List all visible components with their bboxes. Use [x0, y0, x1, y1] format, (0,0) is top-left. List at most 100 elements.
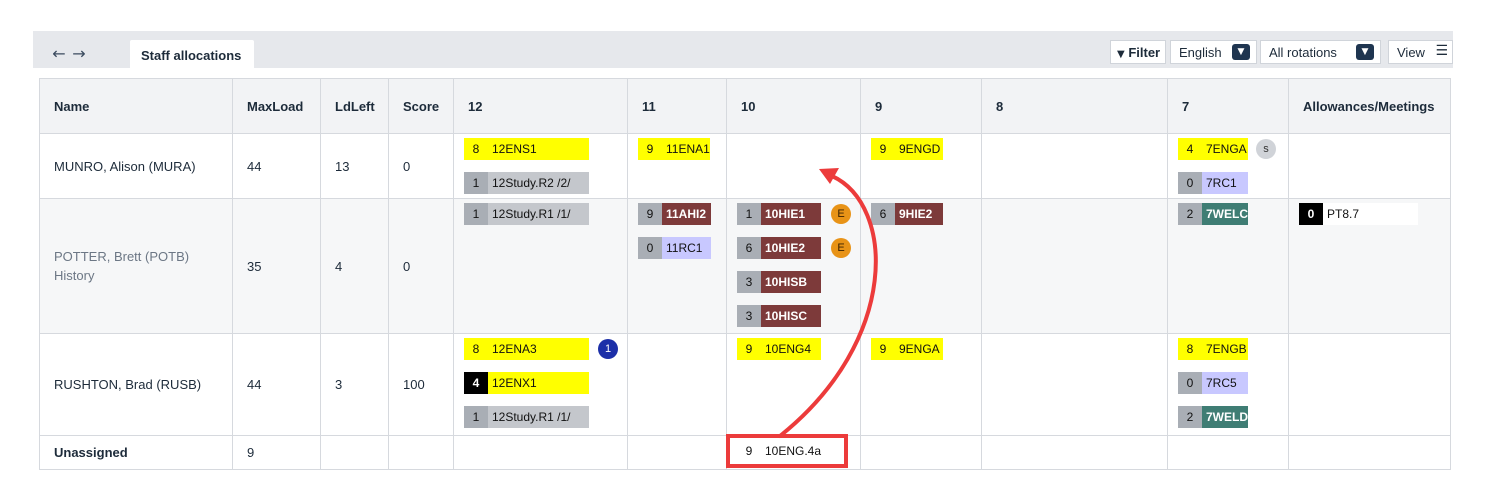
chip-count: 4	[464, 372, 488, 394]
chip-count: 9	[638, 203, 662, 225]
allowance-chip[interactable]: 0 PT8.7	[1299, 203, 1418, 225]
staff-name[interactable]: POTTER, Brett (POTB) History	[39, 198, 233, 334]
chevron-down-icon: ▼	[1356, 44, 1374, 60]
cell-allowances	[1288, 435, 1451, 470]
col-year-8[interactable]: 8	[981, 78, 1168, 134]
class-chip[interactable]: 1 12Study.R1 /1/	[464, 203, 589, 225]
staff-name[interactable]: MUNRO, Alison (MURA)	[39, 133, 233, 199]
col-score[interactable]: Score	[388, 78, 454, 134]
unassigned-label: Unassigned	[39, 435, 233, 470]
cell-year-12: 8 12ENS1 1 12Study.R2 /2/	[453, 133, 628, 199]
class-chip[interactable]: 2 7WELD	[1178, 406, 1248, 428]
class-chip[interactable]: 8 12ENA3	[464, 338, 589, 360]
col-year-9[interactable]: 9	[860, 78, 982, 134]
count-badge[interactable]: 1	[598, 339, 618, 359]
class-chip[interactable]: 9 10ENG4	[737, 338, 821, 360]
view-button[interactable]: View ☰	[1388, 40, 1453, 64]
class-chip[interactable]: 8 7ENGB	[1178, 338, 1248, 360]
chip-code: 10HISC	[761, 305, 821, 327]
ldleft-value: 3	[320, 333, 389, 436]
class-chip[interactable]: 1 12Study.R2 /2/	[464, 172, 589, 194]
cell-year-11: 9 11ENA1	[627, 133, 727, 199]
chip-code: 9HIE2	[895, 203, 943, 225]
chip-code: 9ENGD	[895, 138, 943, 160]
class-chip[interactable]: 1 10HIE1	[737, 203, 821, 225]
chip-code: 10HISB	[761, 271, 821, 293]
cell-allowances	[1288, 333, 1451, 436]
class-chip[interactable]: 9 11ENA1	[638, 138, 710, 160]
chip-count: 0	[1299, 203, 1323, 225]
col-allowances[interactable]: Allowances/Meetings	[1288, 78, 1451, 134]
chip-code: 12Study.R2 /2/	[488, 172, 589, 194]
table-row: RUSHTON, Brad (RUSB) 44 3 100 8 12ENA3 1 …	[39, 333, 1451, 436]
staff-name-text: POTTER, Brett (POTB)	[54, 249, 190, 264]
filter-icon: ▼	[1117, 49, 1125, 60]
chip-code: 12ENS1	[488, 138, 589, 160]
class-chip[interactable]: 8 12ENS1	[464, 138, 589, 160]
ldleft-value: 13	[320, 133, 389, 199]
filter-label: Filter	[1128, 45, 1161, 60]
status-badge[interactable]: s	[1256, 139, 1276, 159]
class-chip[interactable]: 4 7ENGA	[1178, 138, 1248, 160]
chip-count: 6	[737, 237, 761, 259]
col-year-11[interactable]: 11	[627, 78, 727, 134]
col-year-10[interactable]: 10	[726, 78, 861, 134]
cell-year-12: 8 12ENA3 1 4 12ENX1 1 12Study.R1 /1/	[453, 333, 628, 436]
chip-count: 8	[1178, 338, 1202, 360]
cell-year-10	[726, 133, 861, 199]
cell-year-12: 1 12Study.R1 /1/	[453, 198, 628, 334]
class-chip[interactable]: 0 11RC1	[638, 237, 711, 259]
col-year-7[interactable]: 7	[1167, 78, 1289, 134]
class-chip[interactable]: 2 7WELC	[1178, 203, 1248, 225]
chip-code: 7RC5	[1202, 372, 1248, 394]
tab-staff-allocations[interactable]: Staff allocations	[130, 40, 254, 68]
col-ldleft[interactable]: LdLeft	[320, 78, 389, 134]
chip-count: 9	[871, 338, 895, 360]
chip-code: 7RC1	[1202, 172, 1248, 194]
col-maxload[interactable]: MaxLoad	[232, 78, 321, 134]
cell-year-10: 1 10HIE1 E 6 10HIE2 E 3 10HISB 3 10HISC	[726, 198, 861, 334]
cell-allowances: 0 PT8.7	[1288, 198, 1451, 334]
language-select[interactable]: English ▼	[1170, 40, 1257, 64]
class-chip[interactable]: 3 10HISC	[737, 305, 821, 327]
cell-year-8	[981, 435, 1168, 470]
ldleft-value	[320, 435, 389, 470]
class-chip[interactable]: 9 9ENGA	[871, 338, 943, 360]
chip-count: 0	[638, 237, 662, 259]
class-chip[interactable]: 1 12Study.R1 /1/	[464, 406, 589, 428]
col-name[interactable]: Name	[39, 78, 233, 134]
score-value: 0	[388, 133, 454, 199]
status-badge[interactable]: E	[831, 238, 851, 258]
chip-count: 9	[737, 338, 761, 360]
language-value: English	[1179, 45, 1222, 60]
chip-count: 3	[737, 305, 761, 327]
cell-year-9: 9 9ENGA	[860, 333, 982, 436]
table-row: MUNRO, Alison (MURA) 44 13 0 8 12ENS1 1 12…	[39, 133, 1451, 199]
class-chip[interactable]: 6 9HIE2	[871, 203, 943, 225]
class-chip[interactable]: 9 9ENGD	[871, 138, 943, 160]
chip-code: 12ENX1	[488, 372, 589, 394]
class-chip[interactable]: 0 7RC5	[1178, 372, 1248, 394]
cell-year-9	[860, 435, 982, 470]
maxload-value: 44	[232, 333, 321, 436]
cell-year-9: 9 9ENGD	[860, 133, 982, 199]
cell-year-7: 8 7ENGB 0 7RC5 2 7WELD	[1167, 333, 1289, 436]
arrow-left-icon[interactable]: ←	[51, 46, 67, 62]
col-year-12[interactable]: 12	[453, 78, 628, 134]
class-chip[interactable]: 9 11AHI2	[638, 203, 711, 225]
chip-code: 10ENG4	[761, 338, 821, 360]
cell-year-11	[627, 435, 727, 470]
staff-name[interactable]: RUSHTON, Brad (RUSB)	[39, 333, 233, 436]
chip-count: 1	[464, 406, 488, 428]
status-badge[interactable]: E	[831, 204, 851, 224]
class-chip[interactable]: 3 10HISB	[737, 271, 821, 293]
class-chip[interactable]: 4 12ENX1	[464, 372, 589, 394]
rotation-select[interactable]: All rotations ▼	[1260, 40, 1381, 64]
arrow-right-icon[interactable]: →	[71, 46, 87, 62]
class-chip[interactable]: 0 7RC1	[1178, 172, 1248, 194]
cell-allowances	[1288, 133, 1451, 199]
chip-code: 7ENGB	[1202, 338, 1248, 360]
filter-button[interactable]: ▼ Filter	[1110, 40, 1166, 64]
chip-count: 9	[638, 138, 662, 160]
class-chip[interactable]: 6 10HIE2	[737, 237, 821, 259]
